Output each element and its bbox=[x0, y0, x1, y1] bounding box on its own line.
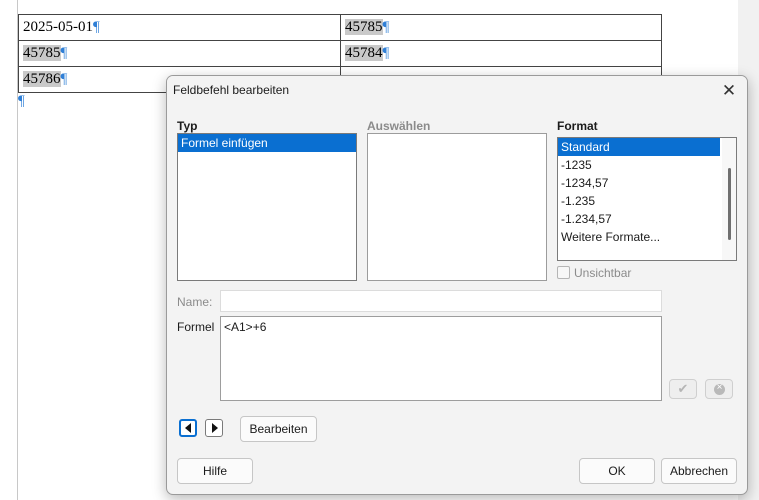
auswaehlen-listbox bbox=[367, 133, 547, 281]
formel-textarea[interactable]: <A1>+6 bbox=[220, 316, 662, 401]
list-item[interactable]: -1235 bbox=[558, 156, 736, 174]
apply-button[interactable]: ✔ bbox=[669, 379, 697, 399]
dialog-titlebar[interactable]: Feldbefehl bearbeiten ✕ bbox=[167, 76, 747, 106]
table-row: 2025-05-01¶ 45785¶ bbox=[18, 14, 662, 41]
pilcrow-mark: ¶ bbox=[382, 45, 390, 61]
check-icon: ✔ bbox=[677, 381, 689, 396]
next-field-button[interactable] bbox=[205, 419, 223, 437]
field-value[interactable]: 45785 bbox=[23, 45, 61, 61]
cell-text: 2025-05-01 bbox=[23, 19, 93, 35]
format-label: Format bbox=[557, 119, 598, 133]
table-cell[interactable]: 45785¶ bbox=[340, 14, 662, 41]
dialog-title: Feldbefehl bearbeiten bbox=[173, 83, 290, 97]
pilcrow-mark: ¶ bbox=[18, 93, 25, 109]
table-cell[interactable]: 2025-05-01¶ bbox=[18, 14, 341, 41]
field-value[interactable]: 45784 bbox=[345, 45, 383, 61]
unsichtbar-label: Unsichtbar bbox=[574, 266, 632, 280]
help-button[interactable]: Hilfe bbox=[177, 458, 253, 484]
pilcrow-mark: ¶ bbox=[382, 19, 390, 35]
edit-button[interactable]: Bearbeiten bbox=[240, 416, 317, 442]
left-page-margin bbox=[0, 0, 18, 500]
close-icon[interactable]: ✕ bbox=[717, 79, 741, 103]
typ-label: Typ bbox=[177, 119, 198, 133]
table-cell[interactable]: 45784¶ bbox=[340, 40, 662, 67]
name-field bbox=[220, 290, 662, 312]
field-value[interactable]: 45785 bbox=[345, 19, 383, 35]
scrollbar-thumb[interactable] bbox=[728, 168, 731, 240]
list-item[interactable]: -1234,57 bbox=[558, 174, 736, 192]
edit-field-dialog: Feldbefehl bearbeiten ✕ Typ Formel einfü… bbox=[166, 75, 748, 495]
format-listbox[interactable]: Standard -1235 -1234,57 -1.235 -1.234,57… bbox=[557, 137, 737, 261]
triangle-left-icon bbox=[185, 423, 191, 433]
list-item[interactable]: Formel einfügen bbox=[178, 134, 356, 152]
previous-field-button[interactable] bbox=[179, 419, 197, 437]
table-row: 45785¶ 45784¶ bbox=[18, 40, 662, 67]
pilcrow-mark: ¶ bbox=[60, 71, 68, 87]
pilcrow-mark: ¶ bbox=[93, 19, 100, 35]
pilcrow-mark: ¶ bbox=[60, 45, 68, 61]
list-item[interactable]: Weitere Formate... bbox=[558, 228, 736, 246]
auswaehlen-label: Auswählen bbox=[367, 119, 431, 133]
clear-circle-icon bbox=[714, 382, 725, 395]
name-label: Name: bbox=[177, 295, 213, 309]
triangle-right-icon bbox=[212, 423, 218, 433]
table-cell[interactable]: 45785¶ bbox=[18, 40, 341, 67]
field-value[interactable]: 45786 bbox=[23, 71, 61, 87]
typ-listbox[interactable]: Formel einfügen bbox=[177, 133, 357, 281]
ok-button[interactable]: OK bbox=[579, 458, 655, 484]
list-item[interactable]: -1.235 bbox=[558, 192, 736, 210]
clear-button[interactable] bbox=[705, 379, 733, 399]
formel-label: Formel bbox=[177, 320, 215, 334]
list-item[interactable]: -1.234,57 bbox=[558, 210, 736, 228]
format-scrollbar[interactable] bbox=[722, 138, 736, 260]
list-item[interactable]: Standard bbox=[558, 138, 720, 156]
cancel-button[interactable]: Abbrechen bbox=[661, 458, 737, 484]
unsichtbar-checkbox[interactable] bbox=[557, 266, 570, 279]
